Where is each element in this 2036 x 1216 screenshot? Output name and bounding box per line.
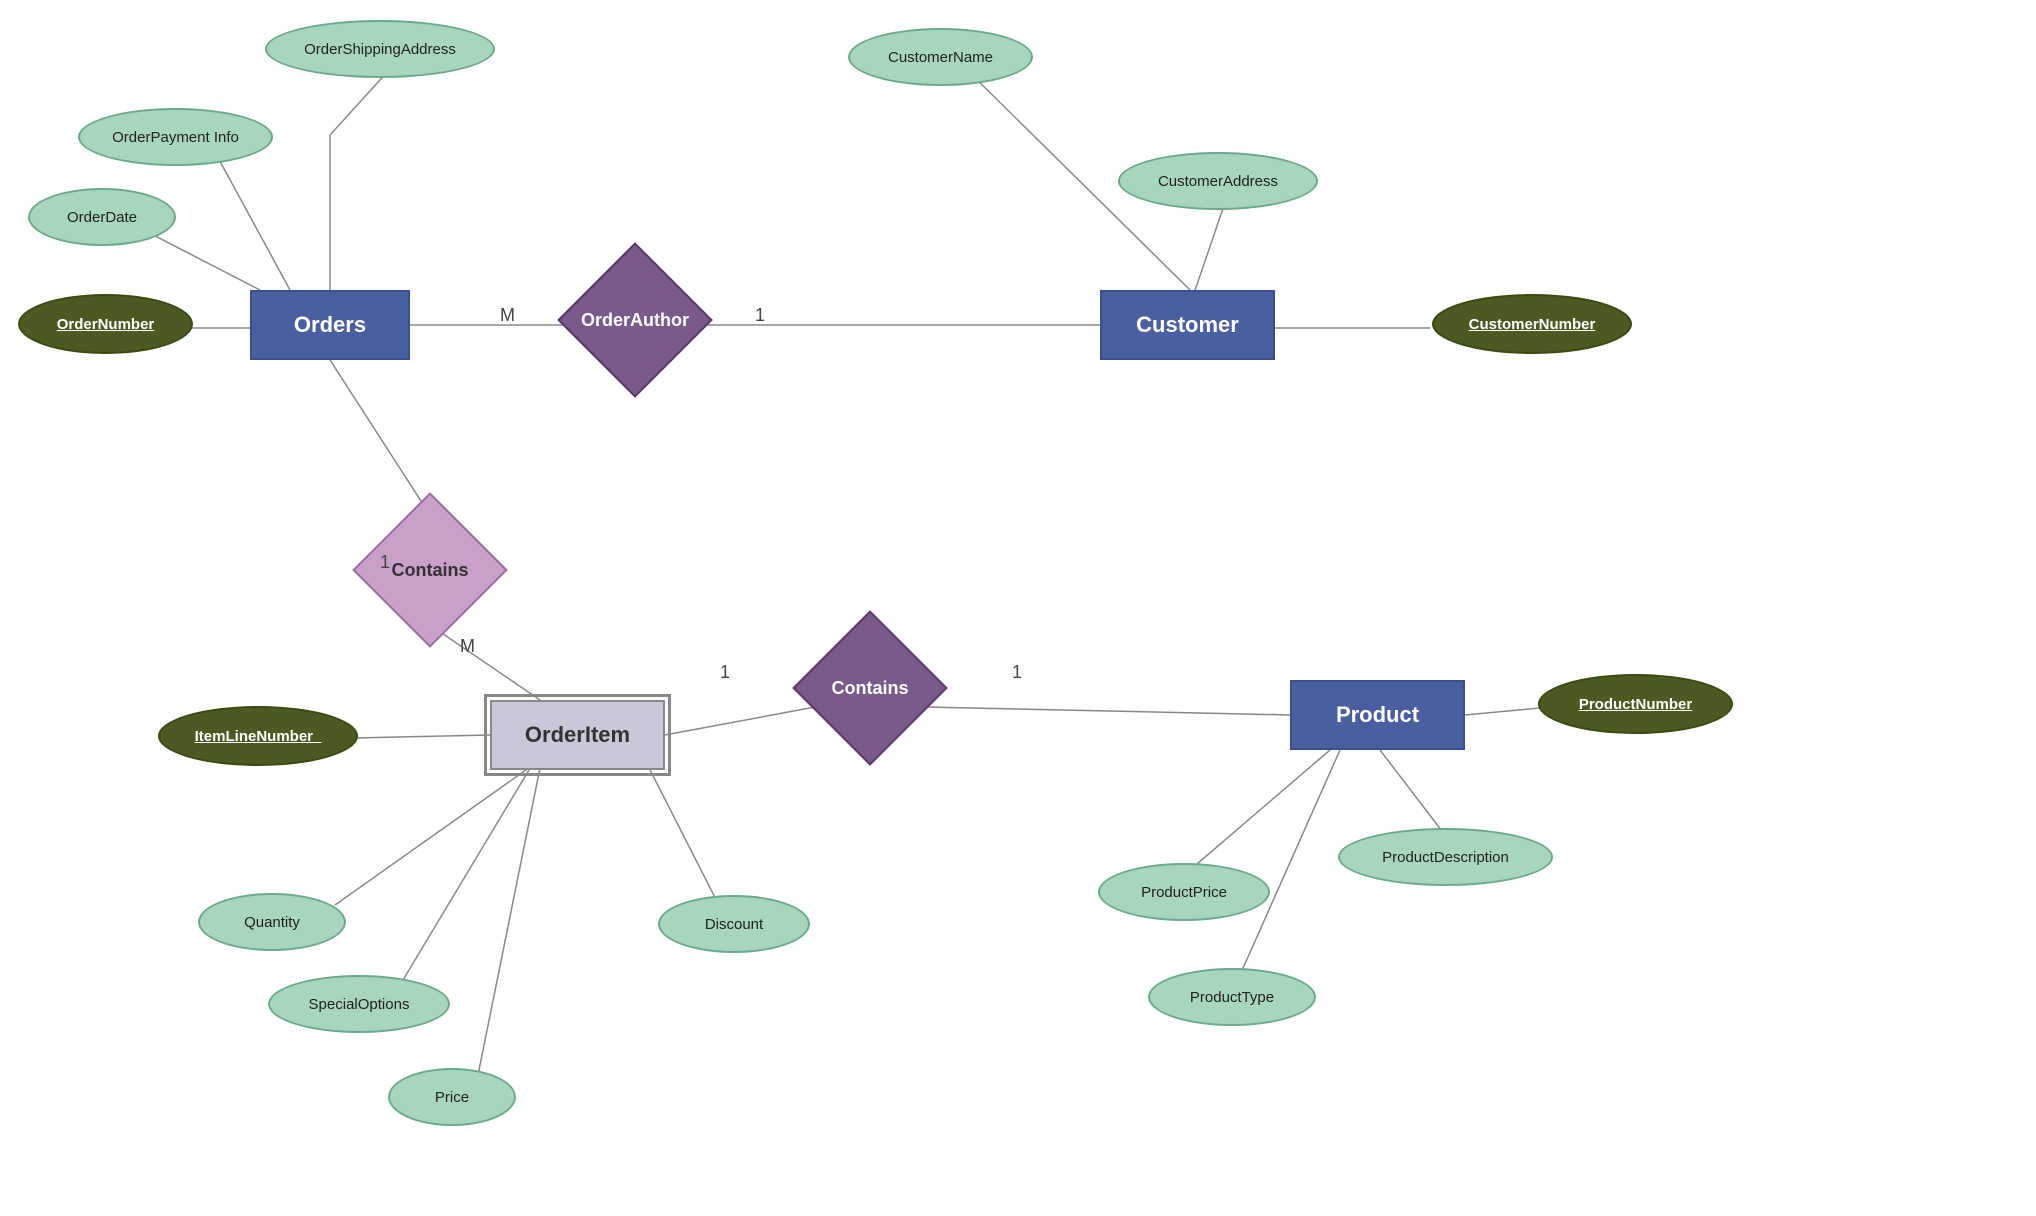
cardinality-one2: 1 [380,552,390,573]
attribute-productprice: ProductPrice [1098,863,1270,921]
attribute-ordernumber: OrderNumber [18,294,193,354]
relationship-orderauthor: OrderAuthor [580,265,690,375]
attribute-orderpaymentinfo: OrderPayment Info [78,108,273,166]
attribute-producttype: ProductType [1148,968,1316,1026]
attribute-customername: CustomerName [848,28,1033,86]
attribute-quantity: Quantity [198,893,346,951]
connector-lines [0,0,2036,1216]
attribute-specialoptions: SpecialOptions [268,975,450,1033]
attribute-price: Price [388,1068,516,1126]
cardinality-m2: M [460,636,475,657]
attribute-orderdate: OrderDate [28,188,176,246]
entity-orders: Orders [250,290,410,360]
entity-customer: Customer [1100,290,1275,360]
cardinality-one1: 1 [755,305,765,326]
attribute-productnumber: ProductNumber [1538,674,1733,734]
cardinality-m1: M [500,305,515,326]
attribute-ordershippingaddress: OrderShippingAddress [265,20,495,78]
attribute-productdescription: ProductDescription [1338,828,1553,886]
relationship-contains1: Contains [375,515,485,625]
entity-orderitem: OrderItem [490,700,665,770]
attribute-customernumber: CustomerNumber [1432,294,1632,354]
cardinality-one3: 1 [720,662,730,683]
attribute-customeraddress: CustomerAddress [1118,152,1318,210]
attribute-itemlinenumber: ItemLineNumber_ [158,706,358,766]
relationship-contains2: Contains [815,633,925,743]
entity-product: Product [1290,680,1465,750]
er-diagram: Orders Customer OrderItem Product OrderA… [0,0,2036,1216]
cardinality-one4: 1 [1012,662,1022,683]
attribute-discount: Discount [658,895,810,953]
